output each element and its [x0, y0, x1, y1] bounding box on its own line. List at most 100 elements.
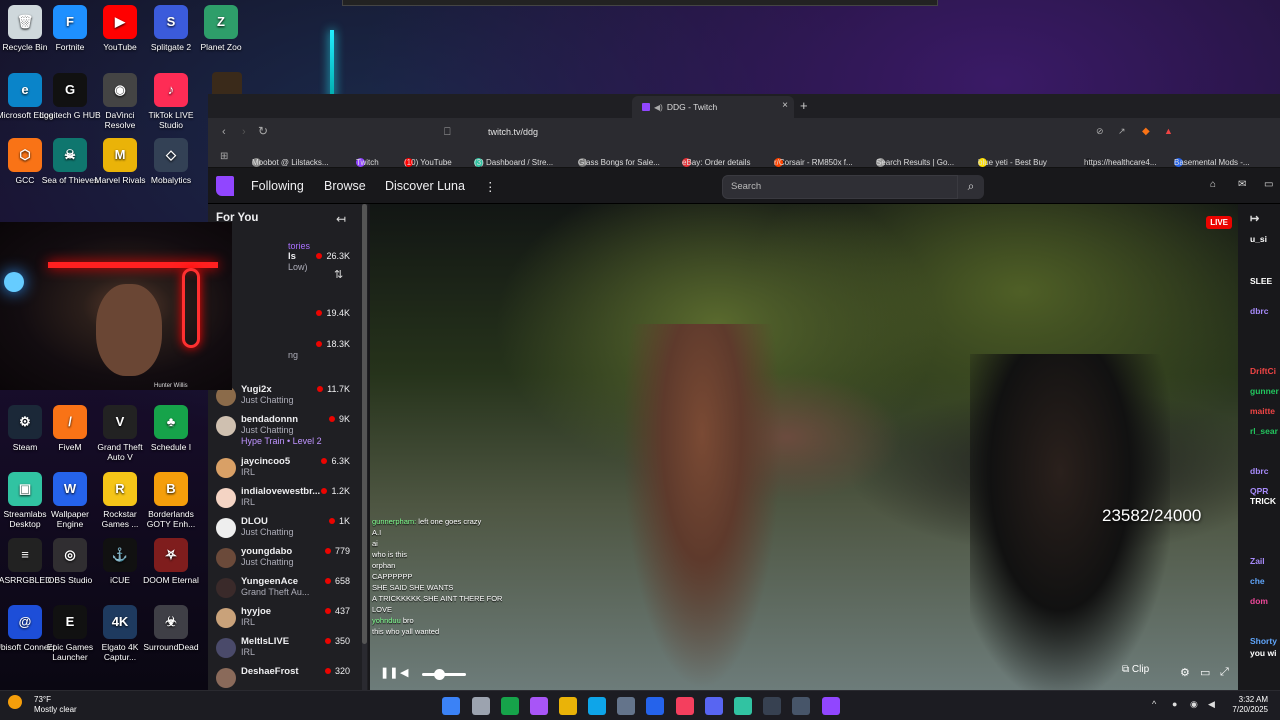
volume-icon[interactable]: ◀ — [400, 666, 408, 679]
nav-following[interactable]: Following — [251, 179, 304, 193]
sidebar-channel[interactable]: indialovewestbr... IRL 1.2K — [208, 484, 360, 514]
new-tab-button[interactable]: + — [800, 98, 808, 113]
sidebar-channel[interactable]: bendadonnn Just Chatting 9K Hype Train • Le… — [208, 412, 360, 446]
tab-twitch[interactable]: ◀) DDG - Twitch × — [632, 96, 794, 118]
sidebar-channel[interactable]: youngdabo Just Chatting 779 — [208, 544, 360, 574]
taskbar-mobalytics-icon[interactable] — [792, 697, 810, 715]
taskbar-task-view-icon[interactable] — [472, 697, 490, 715]
taskbar-start-icon[interactable] — [442, 697, 460, 715]
share-icon[interactable]: ↗ — [1118, 126, 1126, 137]
wallpaper-neon-line — [330, 30, 334, 100]
taskbar-file-explorer-icon[interactable] — [559, 697, 577, 715]
channel-avatar — [216, 668, 236, 688]
audio-icon: ◀) — [654, 102, 663, 112]
twitch-logo-icon[interactable] — [216, 176, 234, 196]
desktop-icon[interactable]: ☣ SurroundDead — [140, 605, 202, 652]
fullscreen-icon[interactable]: ⤢ — [1220, 666, 1229, 679]
taskbar-discord-icon[interactable] — [705, 697, 723, 715]
search-input[interactable]: Search — [722, 175, 958, 199]
nav-browse[interactable]: Browse — [324, 179, 366, 193]
channel-name: DeshaeFrost — [241, 666, 299, 677]
mic-icon[interactable]: ● — [1172, 699, 1177, 709]
mute-icon[interactable]: ⊘ — [1096, 126, 1104, 137]
taskbar-brave-icon[interactable] — [676, 697, 694, 715]
brave-shield-icon[interactable]: ◆ — [1142, 126, 1150, 137]
desktop-icon[interactable]: ⛧ DOOM Eternal — [140, 538, 202, 585]
sidebar-channel[interactable]: hyyjoe IRL 437 — [208, 604, 360, 634]
prime-loot-icon[interactable]: ⌂ — [1210, 179, 1216, 190]
taskbar-edge-icon[interactable] — [588, 697, 606, 715]
more-menu-icon[interactable]: ⋮ — [484, 179, 497, 194]
overlay-chat-line: CAPPPPPP — [372, 571, 532, 582]
desktop-icon[interactable]: B Borderlands GOTY Enh... — [140, 472, 202, 529]
settings-icon[interactable]: ⚙ — [1180, 666, 1190, 679]
chat-panel: ↦ u_si SLEE dbrc DriftCi gunner maitte rl_sear… — [1238, 204, 1280, 690]
sidebar-scrollbar[interactable] — [362, 204, 367, 690]
stream-chat-overlay: gunnerpham: left one goes crazy A.I ai who … — [372, 516, 532, 637]
collapse-sidebar-icon[interactable]: ↤ — [336, 212, 346, 226]
hype-train-label: Hype Train • Level 2 — [241, 436, 322, 446]
collapse-chat-icon[interactable]: ↦ — [1250, 212, 1259, 225]
overlay-chat-user: gunnerpham: — [372, 517, 417, 526]
overlay-chat-line: who is this — [372, 549, 532, 560]
channel-category: Just Chatting — [241, 527, 294, 537]
app-icon: B — [154, 472, 188, 506]
network-icon[interactable]: ◉ — [1190, 699, 1198, 710]
channel-category: IRL — [241, 647, 256, 657]
app-icon: ⚓ — [103, 538, 137, 572]
desktop-icon[interactable]: ♣ Schedule I — [140, 405, 202, 452]
twitch-top-nav: Following Browse Discover Luna ⋮ Search … — [208, 168, 1280, 204]
whispers-icon[interactable]: ▭ — [1264, 179, 1273, 190]
desktop-icon-label: SurroundDead — [143, 642, 199, 652]
taskbar-steam-icon[interactable] — [763, 697, 781, 715]
desktop-icon[interactable]: ♪ TikTok LIVE Studio — [140, 73, 202, 130]
nav-discover[interactable]: Discover Luna — [385, 179, 465, 193]
pause-icon[interactable]: ❚❚ — [380, 666, 398, 679]
rewards-icon[interactable]: ▲ — [1164, 126, 1173, 136]
sidebar-channel[interactable]: YungeenAce Grand Theft Au... 658 — [208, 574, 360, 604]
forward-icon[interactable]: › — [242, 126, 246, 138]
bookmark-label: Twitch — [356, 158, 379, 167]
bookmark-icon[interactable]: ⎕ — [444, 126, 451, 139]
speaker-icon[interactable]: ◀ — [1208, 699, 1215, 710]
app-icon: ≡ — [8, 538, 42, 572]
inbox-icon[interactable]: ✉ — [1238, 179, 1246, 190]
chat-message-partial: che — [1250, 576, 1265, 586]
taskbar-xbox-icon[interactable] — [501, 697, 519, 715]
reload-icon[interactable]: ↻ — [258, 124, 268, 138]
taskbar-copilot-icon[interactable] — [530, 697, 548, 715]
overlay-chat-msg: LOVE — [372, 605, 393, 614]
player-controls: ❚❚ ◀ ⧉ Clip ⚙ ▭ ⤢ — [370, 656, 1238, 690]
url-field[interactable]: twitch.tv/ddg — [488, 127, 538, 137]
sub-goal-counter: 23582/24000 — [1102, 506, 1202, 525]
sidebar-channel[interactable]: MeltIsLIVE IRL 350 — [208, 634, 360, 664]
weather-widget[interactable]: 73°F Mostly clear — [8, 695, 77, 714]
channel-avatar — [216, 416, 236, 436]
sidebar-channel[interactable]: DeshaeFrost 320 — [208, 664, 360, 690]
taskbar-outlook-icon[interactable] — [646, 697, 664, 715]
sidebar-channel[interactable]: jaycincoo5 IRL 6.3K — [208, 454, 360, 484]
theatre-icon[interactable]: ▭ — [1200, 666, 1210, 679]
clock[interactable]: 3:32 AM 7/20/2025 — [1232, 695, 1268, 715]
channel-category: Grand Theft Au... — [241, 587, 310, 597]
desktop-icon[interactable]: Z Planet Zoo — [190, 5, 252, 52]
app-icon: ☠ — [53, 138, 87, 172]
sidebar-channel[interactable]: DLOU Just Chatting 1K — [208, 514, 360, 544]
taskbar-twitch-pwa-icon[interactable] — [822, 697, 840, 715]
channel-name: jaycincoo5 — [241, 456, 291, 467]
clip-button[interactable]: ⧉ Clip — [1122, 664, 1149, 675]
search-icon[interactable]: ⌕ — [958, 175, 984, 199]
tab-close-icon[interactable]: × — [782, 100, 788, 111]
desktop-icon[interactable]: ◇ Mobalytics — [140, 138, 202, 185]
taskbar-streamlabs-icon[interactable] — [734, 697, 752, 715]
app-icon: ♪ — [154, 73, 188, 107]
volume-slider[interactable] — [422, 669, 466, 680]
back-icon[interactable]: ‹ — [222, 126, 226, 138]
apps-grid-icon[interactable]: ⊞ — [220, 151, 228, 162]
overlay-chat-line: A TRICKKKKK SHE AINT THERE FOR — [372, 593, 532, 604]
tray-chevron-icon[interactable]: ^ — [1152, 699, 1156, 709]
webcam-label: Hunter Willis — [154, 383, 188, 389]
video-player[interactable]: LIVE 23582/24000 gunnerpham: left one go… — [370, 204, 1238, 690]
taskbar-store-icon[interactable] — [617, 697, 635, 715]
viewer-count: 320 — [325, 666, 350, 676]
